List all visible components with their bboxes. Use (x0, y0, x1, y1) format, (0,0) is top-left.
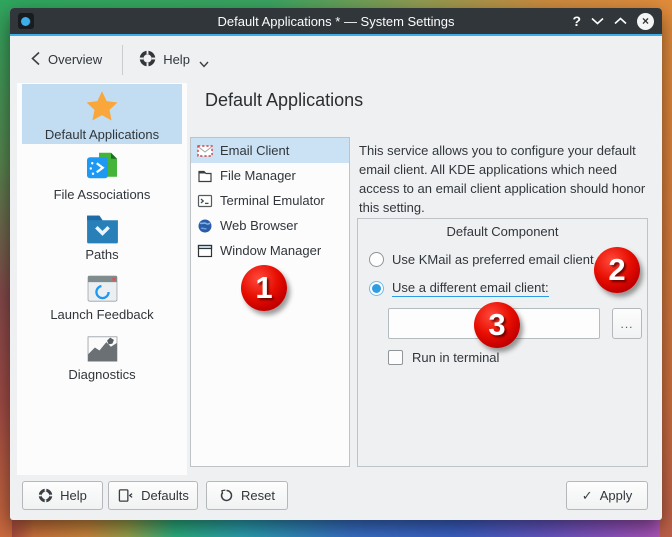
help-button[interactable]: Help (22, 481, 103, 510)
browse-button[interactable]: ... (612, 308, 642, 339)
defaults-icon (117, 488, 134, 503)
sidebar-item-diagnostics[interactable]: Diagnostics (22, 324, 182, 384)
terminal-icon (197, 193, 213, 209)
toolbar: Overview Help (10, 36, 662, 83)
launch-feedback-icon (84, 267, 121, 305)
chevron-down-icon (199, 56, 209, 71)
globe-icon (197, 218, 213, 234)
window-title: Default Applications * — System Settings (10, 14, 662, 29)
sidebar-item-paths[interactable]: Paths (22, 204, 182, 264)
list-item-file-manager[interactable]: File Manager (191, 163, 349, 188)
groupbox-title: Default Component (358, 224, 647, 239)
overview-back-button[interactable]: Overview (24, 44, 108, 76)
list-item-window-manager[interactable]: Window Manager (191, 238, 349, 263)
run-in-terminal-checkbox[interactable] (388, 350, 403, 365)
system-settings-app-icon (18, 13, 34, 29)
annotation-badge-1: 1 (241, 265, 287, 311)
titlebar[interactable]: Default Applications * — System Settings… (10, 8, 662, 34)
annotation-badge-3: 3 (474, 302, 520, 348)
toolbar-separator (122, 45, 123, 75)
sidebar-item-launch-feedback[interactable]: Launch Feedback (22, 264, 182, 324)
minimize-icon[interactable] (591, 17, 604, 25)
file-associations-icon (83, 147, 121, 185)
kmail-radio-button[interactable] (369, 252, 384, 267)
lifebuoy-help-icon (139, 50, 156, 70)
help-menu-button[interactable]: Help (133, 44, 215, 76)
apply-button[interactable]: ✓ Apply (566, 481, 648, 510)
titlebar-help-button[interactable]: ? (572, 14, 581, 28)
list-item-web-browser[interactable]: Web Browser (191, 213, 349, 238)
list-item-terminal-emulator[interactable]: Terminal Emulator (191, 188, 349, 213)
defaults-button[interactable]: Defaults (108, 481, 198, 510)
window-icon (197, 243, 213, 259)
system-settings-window: Default Applications * — System Settings… (10, 8, 662, 520)
annotation-badge-2: 2 (594, 247, 640, 293)
list-item-email-client[interactable]: Email Client (191, 138, 349, 163)
folder-outline-icon (197, 168, 213, 184)
sidebar-item-default-applications[interactable]: Default Applications (22, 84, 182, 144)
radio-row-custom-client: Use a different email client: (369, 280, 549, 297)
page-title: Default Applications (205, 90, 363, 111)
diagnostics-icon (84, 327, 121, 365)
maximize-icon[interactable] (614, 17, 627, 25)
radio-row-kmail: Use KMail as preferred email client (369, 252, 594, 267)
button-footer: Help Defaults Reset ✓ Apply (10, 475, 662, 520)
back-chevron-icon (30, 51, 41, 69)
sidebar-item-file-associations[interactable]: File Associations (22, 144, 182, 204)
category-sidebar: Default Applications File Associations (17, 83, 187, 475)
reset-button[interactable]: Reset (206, 481, 288, 510)
checkmark-icon: ✓ (582, 488, 593, 504)
close-icon[interactable]: × (637, 13, 654, 30)
content-area: Default Applications File Associations (10, 83, 662, 475)
different-client-radio-button[interactable] (369, 281, 384, 296)
lifebuoy-help-icon (38, 488, 53, 503)
email-icon (197, 143, 213, 159)
undo-reset-icon (219, 488, 234, 503)
run-in-terminal-row: Run in terminal (388, 350, 499, 365)
service-description: This service allows you to configure you… (359, 141, 648, 217)
folder-icon (84, 207, 121, 245)
star-icon (83, 87, 121, 125)
